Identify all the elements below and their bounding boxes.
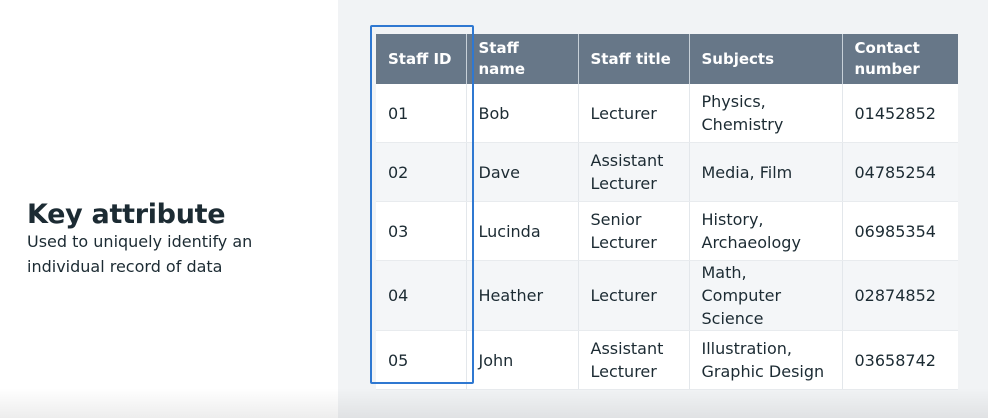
table-row: 03 Lucinda Senior Lecturer History, Arch… — [376, 201, 958, 261]
cell-staff-title: Assistant Lecturer — [578, 142, 690, 202]
cell-contact-number: 01452852 — [842, 84, 958, 143]
cell-staff-id: 02 — [376, 142, 467, 202]
table-row: 01 Bob Lecturer Physics, Chemistry 01452… — [376, 84, 958, 143]
cell-staff-title: Lecturer — [578, 84, 690, 143]
header-staff-title: Staff title — [578, 34, 690, 84]
cell-staff-name: Lucinda — [466, 201, 579, 261]
cell-staff-name: Heather — [466, 260, 579, 331]
cell-contact-number: 02874852 — [842, 260, 958, 331]
cell-subjects: Illustration, Graphic Design — [689, 330, 843, 390]
header-staff-id: Staff ID — [376, 34, 467, 84]
table-row: 02 Dave Assistant Lecturer Media, Film 0… — [376, 142, 958, 202]
cell-subjects: Media, Film — [689, 142, 843, 202]
cell-staff-name: Dave — [466, 142, 579, 202]
cell-subjects: History, Archaeology — [689, 201, 843, 261]
cell-contact-number: 03658742 — [842, 330, 958, 390]
header-contact-number: Contact number — [842, 34, 958, 84]
table-row: 05 John Assistant Lecturer Illustration,… — [376, 330, 958, 390]
cell-staff-name: Bob — [466, 84, 579, 143]
cell-staff-title: Senior Lecturer — [578, 201, 690, 261]
cell-subjects: Math, Computer Science — [689, 260, 843, 331]
table-row: 04 Heather Lecturer Math, Computer Scien… — [376, 260, 958, 331]
cell-staff-id: 03 — [376, 201, 467, 261]
cell-staff-id: 01 — [376, 84, 467, 143]
cell-contact-number: 06985354 — [842, 201, 958, 261]
header-staff-name: Staff name — [466, 34, 579, 84]
slide-title: Key attribute — [27, 199, 226, 230]
left-panel: Key attribute Used to uniquely identify … — [0, 0, 338, 418]
cell-contact-number: 04785254 — [842, 142, 958, 202]
header-subjects: Subjects — [689, 34, 843, 84]
cell-staff-id: 04 — [376, 260, 467, 331]
cell-staff-id: 05 — [376, 330, 467, 390]
cell-staff-title: Lecturer — [578, 260, 690, 331]
cell-staff-name: John — [466, 330, 579, 390]
slide-description: Used to uniquely identify an individual … — [27, 232, 253, 276]
cell-subjects: Physics, Chemistry — [689, 84, 843, 143]
staff-table: Staff ID Staff name Staff title Subjects… — [376, 34, 958, 390]
cell-staff-title: Assistant Lecturer — [578, 330, 690, 390]
table-header-row: Staff ID Staff name Staff title Subjects… — [376, 34, 958, 84]
